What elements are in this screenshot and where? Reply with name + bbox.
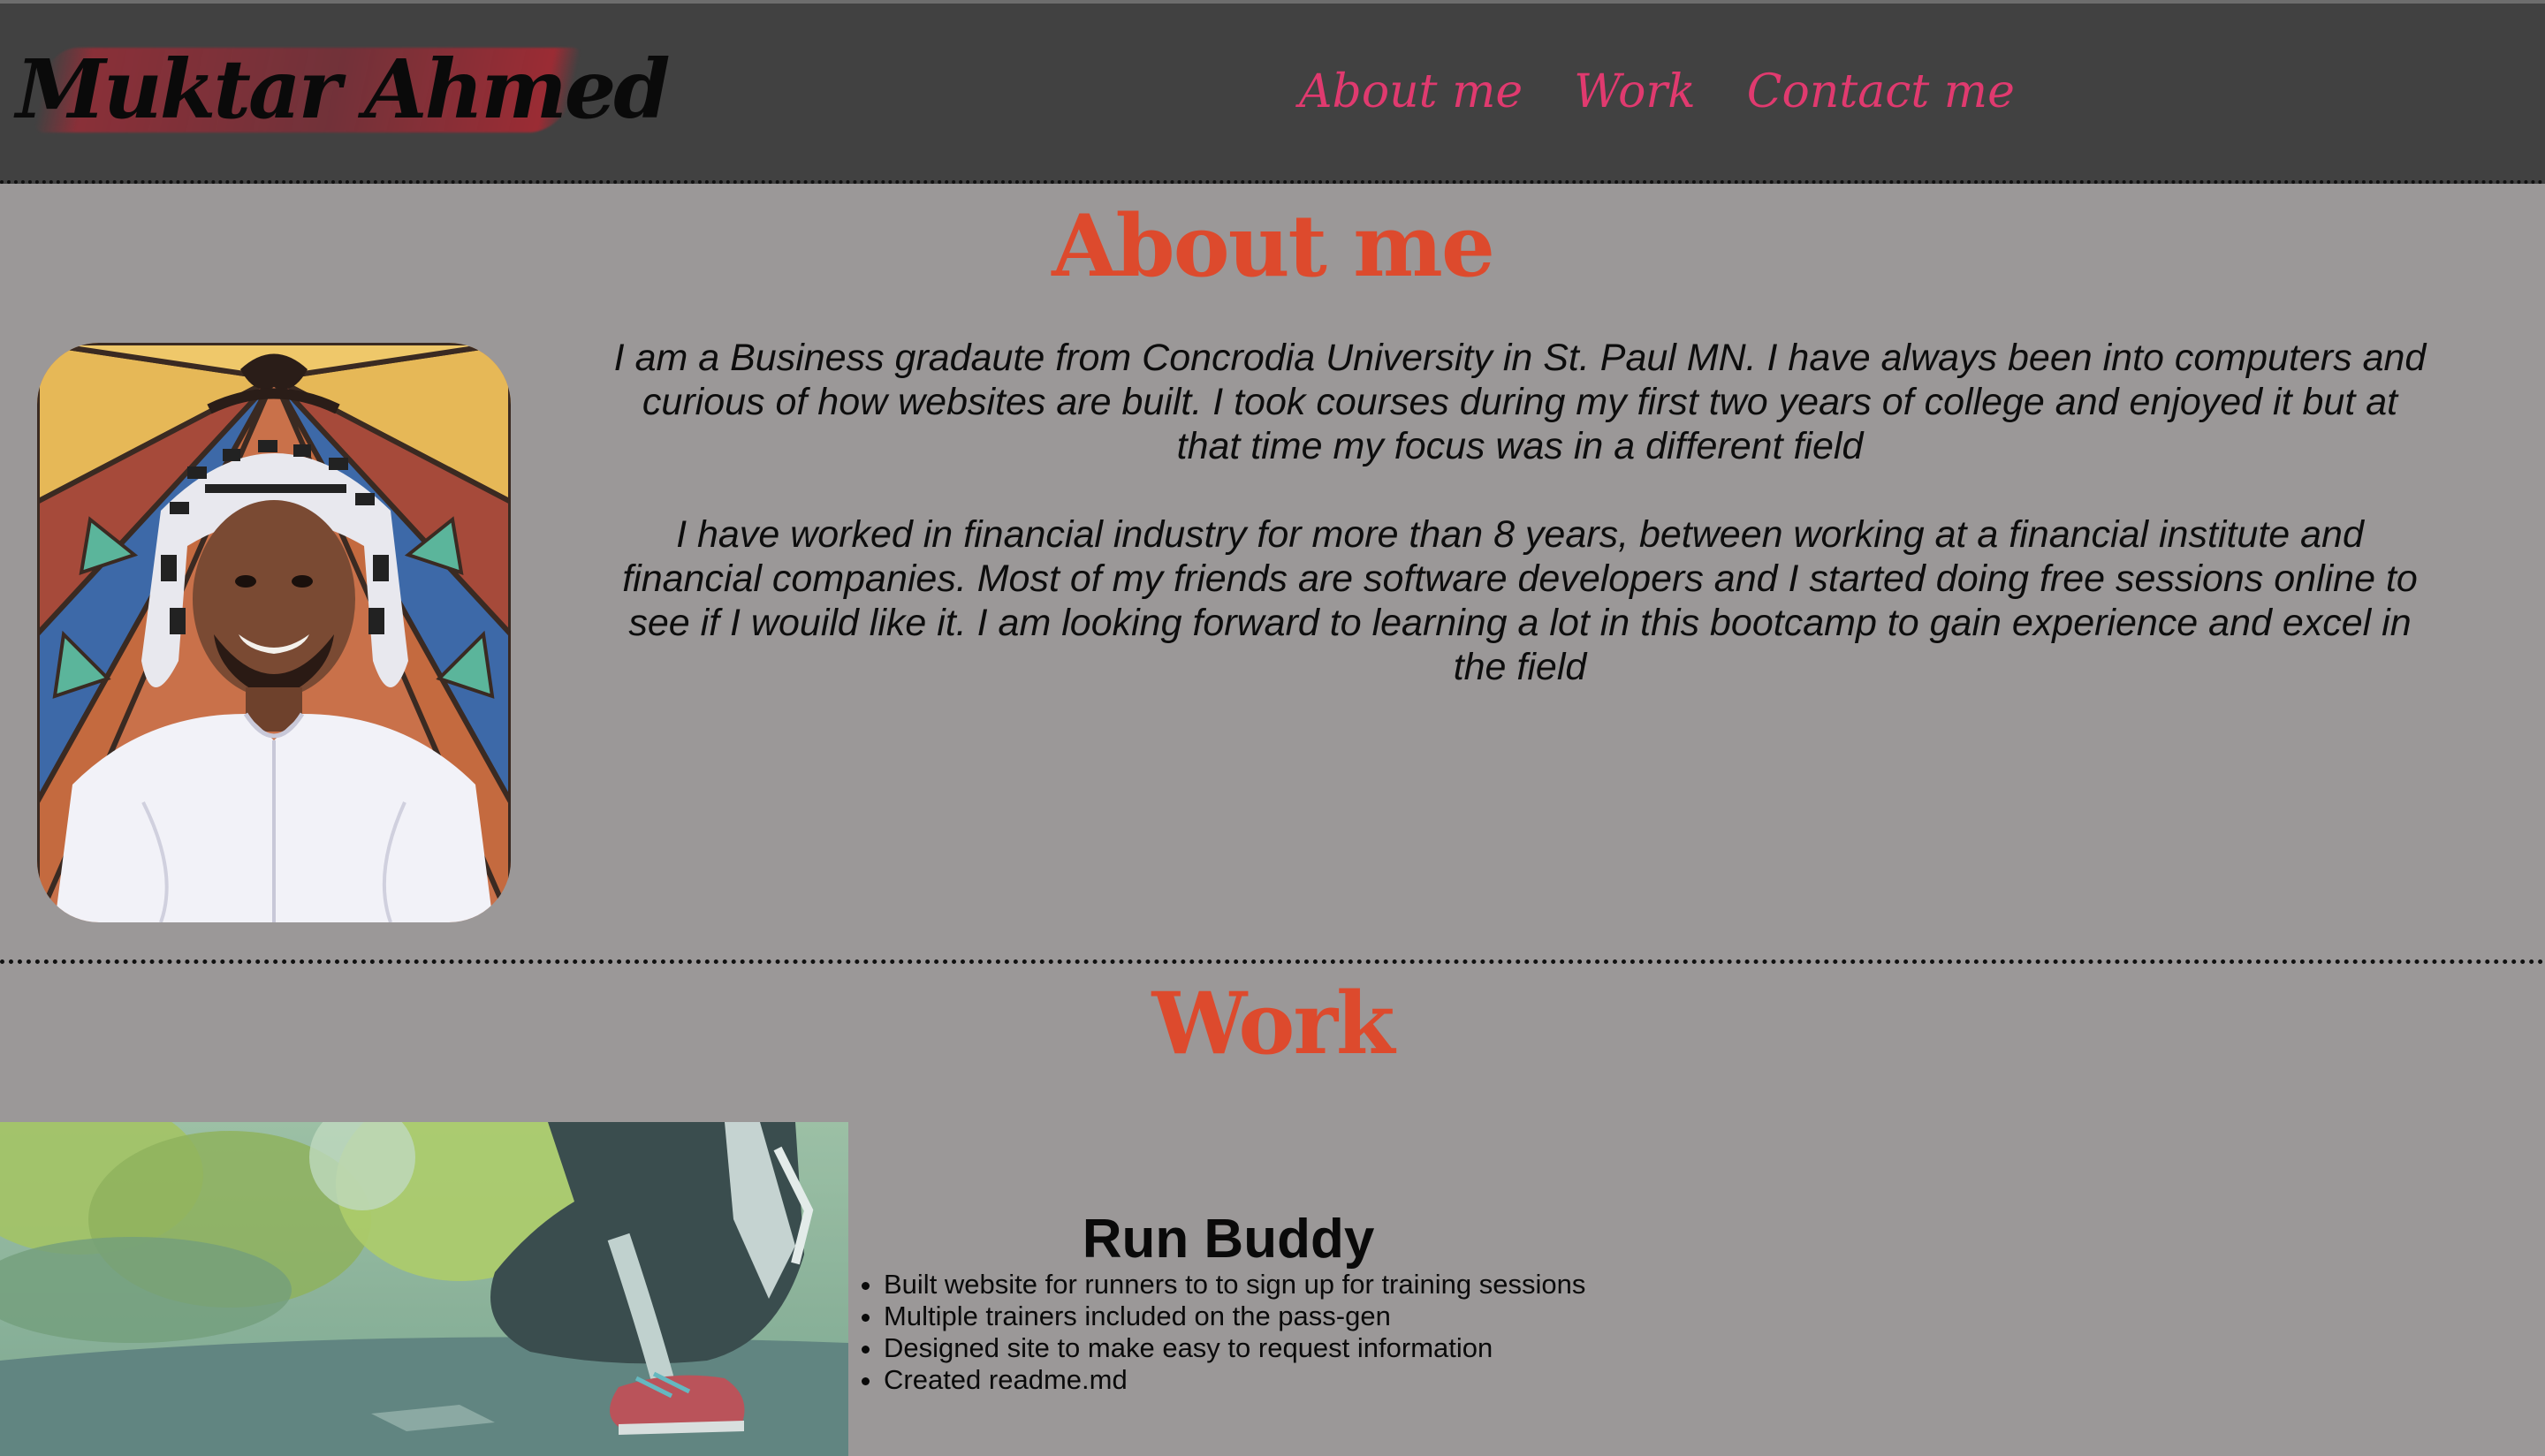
about-paragraph: I am a Business gradaute from Concrodia … [613, 337, 2427, 467]
list-item: Designed site to make easy to request in… [884, 1332, 1585, 1364]
project-title[interactable]: Run Buddy [848, 1207, 1608, 1272]
work-heading: Work [1151, 974, 1394, 1073]
project-image-run-buddy[interactable] [0, 1122, 848, 1456]
profile-photo [37, 343, 511, 922]
brand-name: Muktar Ahmed [16, 42, 671, 137]
list-item: Created readme.md [884, 1364, 1585, 1396]
nav-link-work[interactable]: Work [1574, 65, 1696, 118]
about-paragraph: I have worked in financial industry for … [622, 513, 2418, 688]
brand-logo[interactable]: Muktar Ahmed [16, 41, 671, 138]
main-nav: About me Work Contact me [1299, 57, 2015, 127]
about-description: I am a Business gradaute from Concrodia … [610, 336, 2430, 733]
nav-link-contact[interactable]: Contact me [1747, 65, 2015, 118]
list-item: Multiple trainers included on the pass-g… [884, 1301, 1585, 1332]
site-header: Muktar Ahmed About me Work Contact me [0, 4, 2545, 184]
about-heading: About me [1052, 196, 1495, 296]
list-item: Built website for runners to to sign up … [884, 1269, 1585, 1301]
project-bullet-list: Built website for runners to to sign up … [852, 1269, 1585, 1396]
nav-link-about[interactable]: About me [1299, 65, 1523, 118]
section-divider [0, 959, 2545, 964]
